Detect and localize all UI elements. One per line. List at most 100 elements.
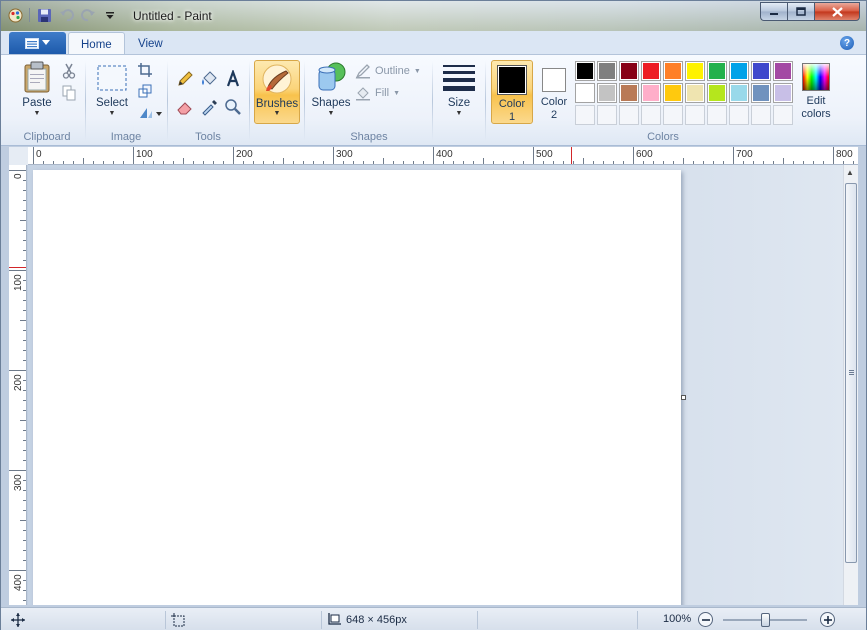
color-swatch[interactable]: [729, 61, 749, 81]
color-swatch[interactable]: [575, 83, 595, 103]
scroll-up-icon[interactable]: ▲: [846, 168, 854, 177]
close-button[interactable]: [814, 2, 860, 21]
magnifier-button[interactable]: [222, 96, 244, 118]
color-swatch[interactable]: [663, 61, 683, 81]
custom-color-slot[interactable]: [641, 105, 661, 125]
text-button[interactable]: [222, 68, 244, 90]
canvas-resize-handle[interactable]: [681, 395, 686, 400]
color1-button[interactable]: Color 1: [491, 60, 533, 124]
ruler-tick: [113, 161, 114, 164]
custom-color-slot[interactable]: [619, 105, 639, 125]
minimize-button[interactable]: [760, 2, 787, 21]
save-icon[interactable]: [36, 7, 52, 23]
shapes-button[interactable]: Shapes ▼: [310, 60, 352, 118]
outline-button[interactable]: Outline ▼: [355, 63, 421, 79]
ruler-tick: [23, 240, 26, 241]
custom-color-slot[interactable]: [729, 105, 749, 125]
ruler-tick: [223, 161, 224, 164]
zoom-out-button[interactable]: [698, 612, 713, 627]
scrollbar-thumb[interactable]: [845, 183, 857, 563]
cut-button[interactable]: [59, 61, 79, 81]
ruler-tick: [23, 190, 26, 191]
ruler-tick: [723, 161, 724, 164]
ruler-tick: [623, 161, 624, 164]
color2-button[interactable]: Color 2: [535, 60, 573, 124]
vertical-scrollbar[interactable]: ▲: [843, 165, 858, 605]
color-swatch[interactable]: [619, 61, 639, 81]
canvas-workspace: [28, 165, 843, 605]
maximize-button[interactable]: [787, 2, 814, 21]
image-group-label: Image: [110, 131, 142, 143]
select-button[interactable]: Select ▼: [91, 60, 133, 118]
custom-color-slot[interactable]: [663, 105, 683, 125]
help-icon[interactable]: ?: [840, 36, 854, 50]
resize-button[interactable]: [135, 81, 155, 101]
paste-button[interactable]: Paste ▼: [15, 60, 59, 118]
custom-color-slot[interactable]: [575, 105, 595, 125]
custom-color-slot[interactable]: [685, 105, 705, 125]
fill-button[interactable]: Fill ▼: [355, 85, 400, 101]
custom-color-slot[interactable]: [773, 105, 793, 125]
select-label: Select: [96, 97, 128, 109]
color-swatch[interactable]: [641, 83, 661, 103]
color-swatch[interactable]: [707, 83, 727, 103]
pencil-button[interactable]: [174, 68, 196, 90]
color-swatch[interactable]: [773, 61, 793, 81]
color-swatch[interactable]: [597, 83, 617, 103]
eraser-button[interactable]: [174, 96, 196, 118]
color-swatch[interactable]: [685, 61, 705, 81]
cursor-position-icon: [11, 613, 25, 630]
ruler-tick: [513, 161, 514, 164]
fill-bucket-button[interactable]: [198, 68, 220, 90]
size-button[interactable]: Size ▼: [439, 60, 479, 118]
status-separator: [477, 611, 478, 629]
application-menu-button[interactable]: [9, 32, 66, 54]
ruler-label: 0: [36, 149, 42, 160]
ruler-tick: [643, 161, 644, 164]
select-dropdown-icon: ▼: [108, 110, 116, 117]
color-swatch[interactable]: [751, 61, 771, 81]
ruler-tick: [9, 570, 26, 571]
custom-color-slot[interactable]: [707, 105, 727, 125]
brush-icon: [262, 64, 292, 94]
color-swatch[interactable]: [641, 61, 661, 81]
color-swatch[interactable]: [597, 61, 617, 81]
zoom-slider-thumb[interactable]: [761, 613, 770, 627]
eyedropper-icon: [202, 100, 217, 116]
color-swatch[interactable]: [707, 61, 727, 81]
drawing-canvas[interactable]: [33, 170, 681, 605]
color-swatch[interactable]: [729, 83, 749, 103]
shapes-dropdown-icon: ▼: [327, 110, 335, 117]
color-swatch[interactable]: [619, 83, 639, 103]
edit-colors-button[interactable]: Edit colors: [798, 60, 834, 121]
color-swatch[interactable]: [663, 83, 683, 103]
rotate-icon: [140, 108, 162, 118]
minimize-icon: [770, 12, 778, 15]
color-swatch[interactable]: [751, 83, 771, 103]
ruler-tick: [23, 210, 26, 211]
outline-icon: [355, 64, 370, 79]
rotate-button[interactable]: [137, 103, 163, 123]
color-swatch[interactable]: [773, 83, 793, 103]
color-swatch[interactable]: [685, 83, 705, 103]
app-menu-icon: [25, 37, 39, 49]
crop-button[interactable]: [135, 60, 155, 80]
ruler-label: 400: [436, 149, 453, 160]
ruler-tick: [23, 180, 26, 181]
tab-view[interactable]: View: [126, 32, 175, 55]
custom-color-slot[interactable]: [597, 105, 617, 125]
color-picker-button[interactable]: [198, 96, 220, 118]
redo-icon[interactable]: [80, 7, 96, 23]
brushes-button[interactable]: Brushes ▼: [254, 60, 300, 124]
ruler-tick: [23, 500, 26, 501]
ruler-tick: [273, 161, 274, 164]
paint-app-icon[interactable]: [7, 7, 23, 23]
ruler-tick: [693, 161, 694, 164]
custom-color-slot[interactable]: [751, 105, 771, 125]
customize-qat-icon[interactable]: [102, 7, 118, 23]
zoom-in-button[interactable]: [820, 612, 835, 627]
color-swatch[interactable]: [575, 61, 595, 81]
copy-button[interactable]: [59, 83, 79, 103]
tab-home[interactable]: Home: [68, 32, 125, 56]
undo-icon[interactable]: [58, 7, 74, 23]
